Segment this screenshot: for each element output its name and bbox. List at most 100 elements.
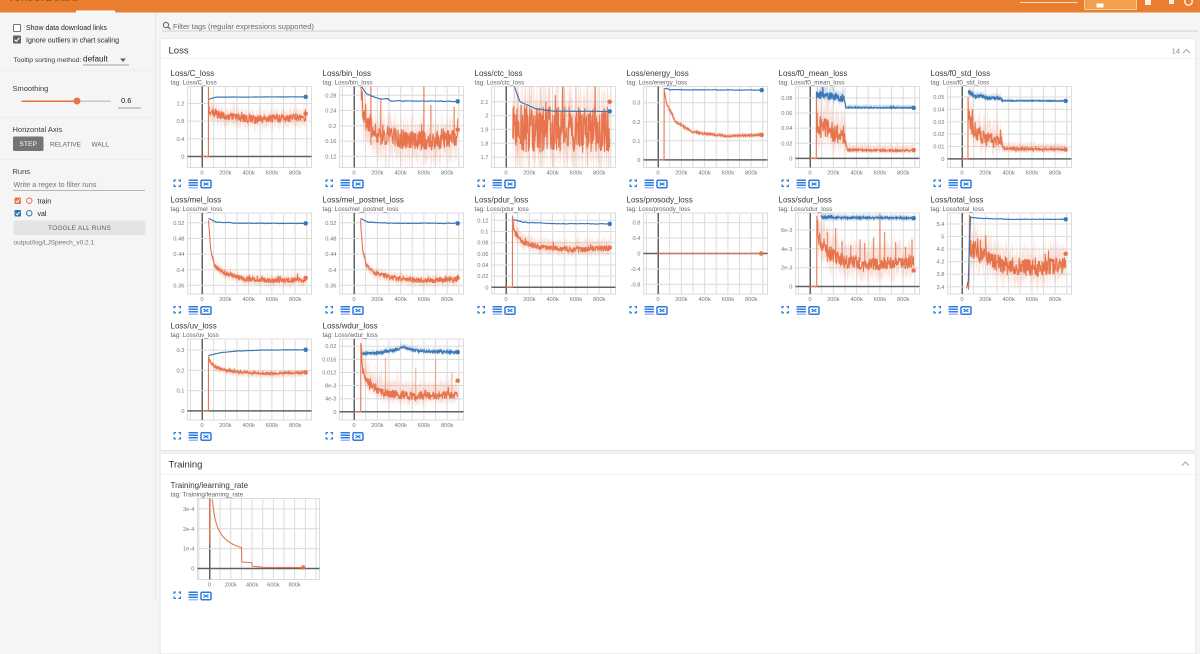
svg-text:600k: 600k: [267, 583, 280, 589]
svg-text:0: 0: [960, 171, 963, 177]
svg-text:0: 0: [504, 297, 507, 303]
svg-text:1.7: 1.7: [481, 155, 489, 161]
svg-text:600k: 600k: [570, 297, 583, 303]
svg-text:800k: 800k: [897, 171, 910, 177]
svg-text:6e-3: 6e-3: [781, 228, 793, 234]
svg-text:3.8: 3.8: [937, 272, 945, 278]
svg-text:0: 0: [656, 171, 659, 177]
svg-text:4.2: 4.2: [937, 259, 945, 265]
svg-text:800k: 800k: [289, 171, 302, 177]
svg-text:400k: 400k: [242, 297, 255, 303]
svg-text:400k: 400k: [850, 171, 863, 177]
svg-text:0.1: 0.1: [633, 139, 641, 145]
svg-text:800k: 800k: [1049, 297, 1062, 303]
svg-text:0.02: 0.02: [325, 344, 336, 350]
svg-text:200k: 200k: [675, 297, 688, 303]
svg-text:0.08: 0.08: [477, 240, 488, 246]
svg-text:0.02: 0.02: [477, 274, 488, 280]
svg-text:0.36: 0.36: [173, 283, 184, 289]
svg-text:600k: 600k: [722, 171, 735, 177]
svg-text:800k: 800k: [1049, 171, 1062, 177]
svg-text:0.12: 0.12: [477, 218, 488, 224]
svg-text:2: 2: [485, 114, 488, 120]
svg-text:400k: 400k: [1002, 171, 1015, 177]
svg-text:400k: 400k: [394, 171, 407, 177]
svg-text:0.04: 0.04: [933, 107, 945, 113]
svg-text:200k: 200k: [219, 423, 232, 429]
svg-text:200k: 200k: [219, 297, 232, 303]
svg-text:0.06: 0.06: [477, 252, 488, 258]
svg-text:0.4: 0.4: [633, 236, 642, 242]
svg-text:4.6: 4.6: [937, 247, 945, 253]
svg-text:0.4: 0.4: [177, 268, 186, 274]
svg-text:200k: 200k: [371, 171, 384, 177]
svg-text:5.4: 5.4: [937, 222, 946, 228]
svg-text:0.3: 0.3: [177, 348, 185, 354]
svg-text:0.1: 0.1: [177, 389, 185, 395]
svg-text:1.2: 1.2: [177, 102, 185, 108]
svg-text:400k: 400k: [246, 583, 259, 589]
svg-text:0.24: 0.24: [325, 109, 337, 115]
svg-text:0.16: 0.16: [325, 139, 336, 145]
svg-text:0.016: 0.016: [323, 357, 337, 363]
svg-text:600k: 600k: [570, 171, 583, 177]
svg-text:200k: 200k: [371, 297, 384, 303]
svg-text:800k: 800k: [593, 297, 606, 303]
svg-text:400k: 400k: [546, 171, 559, 177]
svg-text:0: 0: [200, 423, 203, 429]
svg-text:0: 0: [808, 297, 811, 303]
svg-text:0: 0: [191, 567, 194, 573]
svg-text:200k: 200k: [371, 423, 384, 429]
svg-text:800k: 800k: [745, 297, 758, 303]
svg-text:0: 0: [333, 410, 336, 416]
svg-text:0.3: 0.3: [633, 101, 641, 107]
svg-text:600k: 600k: [266, 171, 279, 177]
svg-text:800k: 800k: [745, 171, 758, 177]
svg-text:-0.4: -0.4: [631, 267, 642, 273]
svg-text:0: 0: [200, 171, 203, 177]
svg-text:800k: 800k: [441, 423, 454, 429]
svg-text:1.9: 1.9: [481, 127, 489, 133]
svg-text:0.2: 0.2: [329, 124, 337, 130]
svg-text:0.44: 0.44: [173, 252, 185, 258]
svg-text:4e-3: 4e-3: [781, 247, 793, 253]
svg-text:0.12: 0.12: [325, 154, 336, 160]
svg-text:2.1: 2.1: [481, 100, 489, 106]
svg-text:0.52: 0.52: [173, 221, 184, 227]
svg-text:600k: 600k: [418, 297, 431, 303]
svg-text:800k: 800k: [897, 297, 910, 303]
svg-text:2e-4: 2e-4: [183, 527, 195, 533]
svg-text:200k: 200k: [979, 297, 992, 303]
svg-text:200k: 200k: [225, 583, 238, 589]
svg-text:800k: 800k: [289, 423, 302, 429]
svg-text:0: 0: [352, 171, 355, 177]
svg-text:200k: 200k: [827, 171, 840, 177]
svg-text:0.8: 0.8: [177, 119, 185, 125]
svg-text:0: 0: [960, 297, 963, 303]
svg-text:0.04: 0.04: [781, 126, 793, 132]
svg-text:0: 0: [941, 157, 944, 163]
svg-text:0.01: 0.01: [933, 145, 944, 151]
svg-text:3.4: 3.4: [937, 285, 946, 291]
svg-text:0.012: 0.012: [323, 370, 337, 376]
svg-text:400k: 400k: [1002, 297, 1015, 303]
svg-text:0.06: 0.06: [781, 111, 792, 117]
svg-text:400k: 400k: [850, 297, 863, 303]
svg-text:0.48: 0.48: [173, 236, 184, 242]
svg-text:0: 0: [352, 297, 355, 303]
svg-text:0: 0: [181, 409, 184, 415]
svg-text:5: 5: [941, 234, 944, 240]
svg-text:400k: 400k: [546, 297, 559, 303]
svg-text:1.8: 1.8: [481, 141, 489, 147]
svg-text:0.52: 0.52: [325, 221, 336, 227]
svg-text:400k: 400k: [242, 171, 255, 177]
svg-text:800k: 800k: [441, 297, 454, 303]
svg-text:400k: 400k: [394, 423, 407, 429]
svg-text:600k: 600k: [874, 297, 887, 303]
svg-text:200k: 200k: [219, 171, 232, 177]
svg-text:0.36: 0.36: [325, 283, 336, 289]
svg-text:3e-4: 3e-4: [183, 507, 195, 513]
svg-text:400k: 400k: [698, 297, 711, 303]
svg-text:0.02: 0.02: [781, 141, 792, 147]
svg-text:0: 0: [200, 297, 203, 303]
